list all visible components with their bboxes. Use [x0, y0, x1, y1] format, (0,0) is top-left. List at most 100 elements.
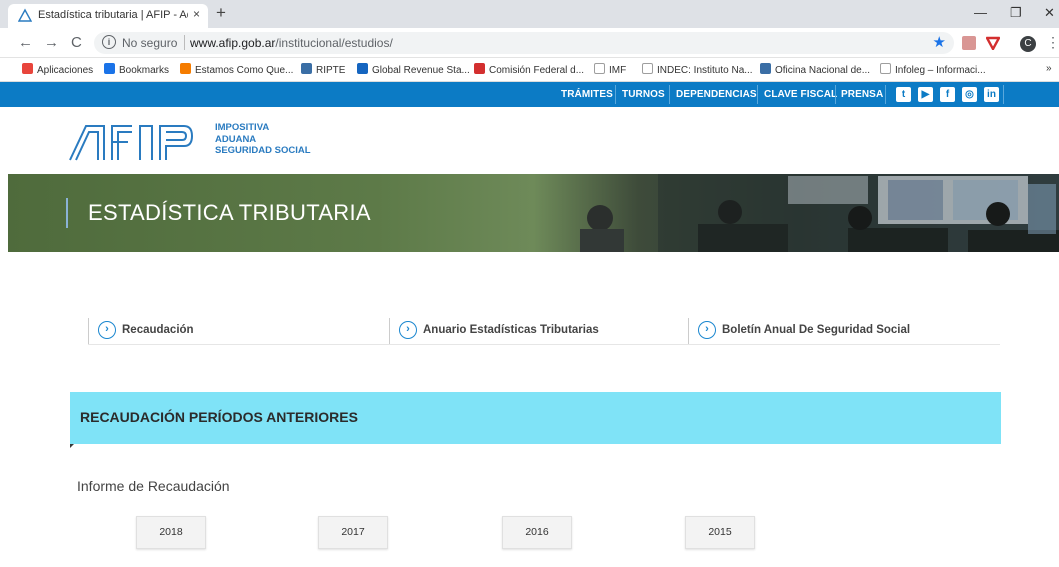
bookmark-item[interactable]: Oficina Nacional de... [760, 63, 870, 76]
bookmark-item[interactable]: IMF [594, 63, 626, 76]
oecd-icon [357, 63, 368, 74]
nav-prensa[interactable]: PRENSA [841, 89, 883, 100]
url-host: www.afip.gob.ar [190, 36, 276, 50]
bookmark-item[interactable]: Aplicaciones [22, 63, 93, 76]
bookmark-item[interactable]: Infoleg – Informaci... [880, 63, 986, 76]
bookmark-label: RIPTE [316, 65, 346, 76]
twitter-icon[interactable]: t [896, 87, 911, 102]
browser-tab-strip: Estadística tributaria | AFIP - Adm × + … [0, 0, 1059, 28]
band-corner-mark [70, 444, 74, 448]
afip-favicon-icon [18, 8, 32, 22]
bookmark-label: INDEC: Instituto Na... [657, 65, 753, 76]
apps-grid-icon [22, 63, 33, 74]
nav-separator [615, 85, 616, 104]
page-title: ESTADÍSTICA TRIBUTARIA [88, 200, 371, 225]
url-path: /institucional/estudios/ [275, 36, 393, 50]
tagline-aduana: ADUANA [215, 133, 257, 145]
page-icon [594, 63, 605, 74]
restore-button[interactable]: ❐ [1010, 5, 1022, 21]
bookmark-star-icon[interactable]: ★ [933, 33, 946, 51]
chevron-right-circle-icon: › [698, 321, 716, 339]
chevron-right-circle-icon: › [98, 321, 116, 339]
page-icon [642, 63, 653, 74]
browser-tab[interactable]: Estadística tributaria | AFIP - Adm × [8, 4, 208, 28]
section-title: RECAUDACIÓN PERÍODOS ANTERIORES [80, 409, 358, 425]
link-divider [389, 318, 390, 344]
cfi-icon [474, 63, 485, 74]
tagline-impositiva: IMPOSITIVA [215, 122, 270, 133]
nav-separator [669, 85, 670, 104]
security-label: No seguro [122, 36, 178, 50]
year-button-2018[interactable]: 2018 [136, 516, 206, 549]
info-icon[interactable]: i [102, 35, 116, 49]
bookmark-label: Infoleg – Informaci... [895, 65, 986, 76]
nav-clave-fiscal[interactable]: CLAVE FISCAL [764, 89, 837, 100]
shield-extension-icon[interactable] [986, 36, 1000, 50]
star-icon [104, 63, 115, 74]
nav-separator [1003, 85, 1004, 104]
browser-toolbar: ← → C i No seguro www.afip.gob.ar/instit… [0, 28, 1059, 58]
minimize-button[interactable]: — [974, 5, 987, 20]
link-divider [88, 318, 89, 344]
pdf-extension-icon[interactable] [962, 36, 976, 50]
linkedin-icon[interactable]: in [984, 87, 999, 102]
link-divider [688, 318, 689, 344]
year-button-2015[interactable]: 2015 [685, 516, 755, 549]
link-label: Recaudación [122, 324, 194, 336]
youtube-icon[interactable]: ▶ [918, 87, 933, 102]
bookmark-label: Bookmarks [119, 65, 170, 76]
hero-title-accent [66, 198, 68, 228]
link-label: Anuario Estadísticas Tributarias [423, 324, 599, 336]
bookmark-label: Comisión Federal d... [489, 65, 585, 76]
year-button-2017[interactable]: 2017 [318, 516, 388, 549]
bookmark-item[interactable]: Bookmarks [104, 63, 169, 76]
bookmark-label: Oficina Nacional de... [775, 65, 871, 76]
tagline-seguridad-social: SEGURIDAD SOCIAL [215, 145, 311, 156]
year-button-2016[interactable]: 2016 [502, 516, 572, 549]
nav-dependencias[interactable]: DEPENDENCIAS [676, 89, 757, 100]
bookmarks-bar: Aplicaciones Bookmarks Estamos Como Que...… [0, 58, 1059, 82]
folder-icon [180, 63, 191, 74]
close-window-button[interactable]: ✕ [1044, 5, 1055, 21]
hero-banner: ESTADÍSTICA TRIBUTARIA [8, 174, 1059, 252]
gov-icon [301, 63, 312, 74]
address-bar[interactable]: i No seguro www.afip.gob.ar/instituciona… [94, 32, 954, 54]
bookmark-label: IMF [609, 65, 627, 76]
browser-menu-icon[interactable]: ⋮ [1046, 34, 1059, 51]
address-separator [184, 35, 185, 50]
chevron-right-circle-icon: › [399, 321, 417, 339]
bookmark-item[interactable]: Global Revenue Sta... [357, 63, 470, 76]
instagram-icon[interactable]: ◎ [962, 87, 977, 102]
bookmark-label: Estamos Como Que... [195, 65, 294, 76]
links-divider [88, 344, 1000, 345]
nav-separator [835, 85, 836, 104]
reload-button[interactable]: C [71, 34, 82, 51]
nav-turnos[interactable]: TURNOS [622, 89, 665, 100]
bookmark-label: Global Revenue Sta... [372, 65, 470, 76]
bookmark-label: Aplicaciones [37, 65, 94, 76]
top-navigation-bar: TRÁMITES TURNOS DEPENDENCIAS CLAVE FISCAL PR… [0, 82, 1059, 107]
nav-tramites[interactable]: TRÁMITES [561, 89, 613, 100]
informe-heading: Informe de Recaudación [77, 478, 230, 494]
tab-close-icon[interactable]: × [193, 7, 200, 21]
nav-separator [757, 85, 758, 104]
nav-separator [885, 85, 886, 104]
gov-icon [760, 63, 771, 74]
link-label: Boletín Anual De Seguridad Social [722, 324, 911, 336]
more-bookmarks-button[interactable]: » [1046, 63, 1052, 74]
url-text[interactable]: www.afip.gob.ar/institucional/estudios/ [190, 36, 393, 50]
afip-logo[interactable] [68, 122, 198, 162]
page-icon [880, 63, 891, 74]
new-tab-button[interactable]: + [216, 3, 226, 23]
back-button[interactable]: ← [18, 34, 33, 51]
forward-button[interactable]: → [44, 34, 59, 51]
bookmark-item[interactable]: INDEC: Instituto Na... [642, 63, 753, 76]
tab-title: Estadística tributaria | AFIP - Adm [38, 9, 188, 21]
bookmark-item[interactable]: Comisión Federal d... [474, 63, 584, 76]
bookmark-item[interactable]: RIPTE [301, 63, 345, 76]
facebook-icon[interactable]: f [940, 87, 955, 102]
afip-tagline: IMPOSITIVA ADUANA SEGURIDAD SOCIAL [215, 122, 311, 157]
bookmark-item[interactable]: Estamos Como Que... [180, 63, 293, 76]
section-header-band: RECAUDACIÓN PERÍODOS ANTERIORES [70, 392, 1001, 448]
profile-avatar[interactable]: C [1020, 36, 1036, 52]
